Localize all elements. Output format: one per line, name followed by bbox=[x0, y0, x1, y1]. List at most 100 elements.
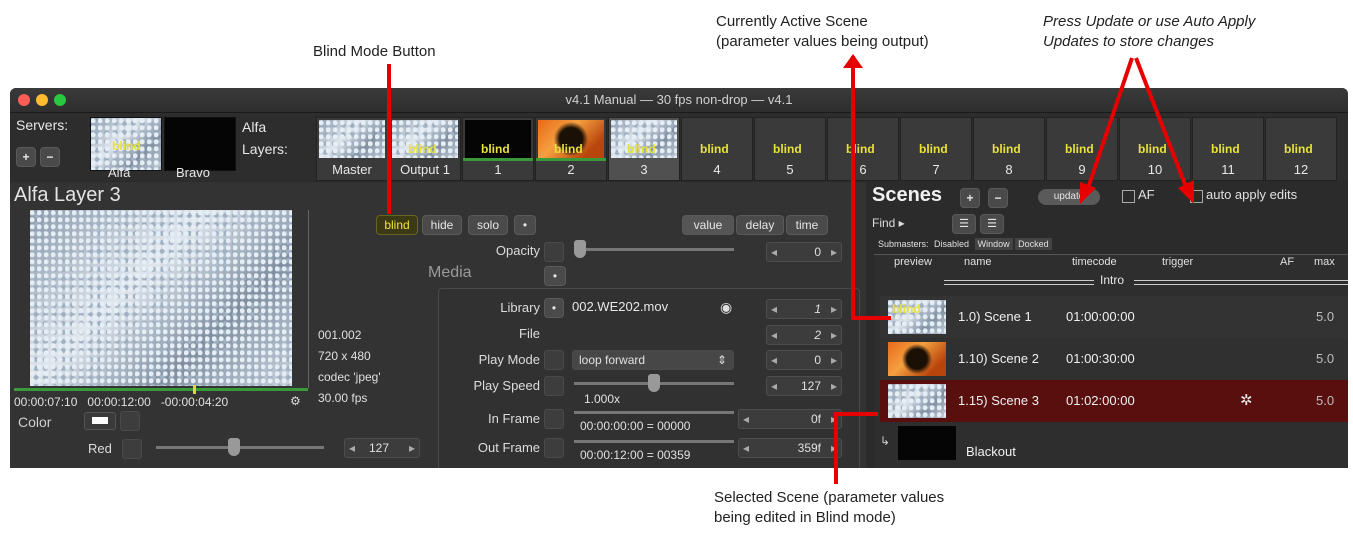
red-aux-box[interactable] bbox=[122, 439, 142, 459]
add-server-button[interactable]: + bbox=[16, 147, 36, 167]
opacity-slider-track[interactable] bbox=[574, 248, 734, 251]
remove-server-button[interactable]: − bbox=[40, 147, 60, 167]
layer-tile-9[interactable]: blind 8 bbox=[973, 117, 1045, 181]
in-frame-stepper[interactable]: ◂ 0f ▸ bbox=[738, 409, 842, 429]
play-mode-num[interactable]: 0 bbox=[814, 351, 821, 369]
hide-button[interactable]: hide bbox=[422, 215, 462, 235]
media-options-button[interactable]: • bbox=[544, 266, 566, 286]
library-eye-icon[interactable]: ◉ bbox=[720, 299, 732, 316]
out-frame-stepper[interactable]: ◂ 359f ▸ bbox=[738, 438, 842, 458]
find-label[interactable]: Find ▸ bbox=[872, 216, 905, 230]
scene-column-preview[interactable]: preview bbox=[894, 256, 932, 268]
solo-options-button[interactable]: • bbox=[514, 215, 536, 235]
layer-name: 2 bbox=[567, 162, 575, 177]
timecode-value: 00:00:07:10 bbox=[14, 395, 78, 409]
play-speed-stepper[interactable]: ◂ 127 ▸ bbox=[766, 376, 842, 396]
red-stepper[interactable]: ◂ 127 ▸ bbox=[344, 438, 420, 458]
opacity-stepper[interactable]: ◂ 0 ▸ bbox=[766, 242, 842, 262]
library-options-button[interactable]: • bbox=[544, 298, 564, 318]
play-speed-aux-box[interactable] bbox=[544, 376, 564, 396]
file-stepper[interactable]: ◂ 2 ▸ bbox=[766, 325, 842, 345]
layer-tile-1[interactable]: blind Output 1 bbox=[389, 117, 461, 181]
layer-tile-3[interactable]: blind 2 bbox=[535, 117, 607, 181]
color-swatch[interactable] bbox=[84, 412, 116, 430]
out-frame-num[interactable]: 359f bbox=[798, 439, 821, 457]
layer-tile-5[interactable]: blind 4 bbox=[681, 117, 753, 181]
scene-column-name[interactable]: name bbox=[964, 256, 992, 268]
play-mode-stepper[interactable]: ◂ 0 ▸ bbox=[766, 350, 842, 370]
scene-column-trigger[interactable]: trigger bbox=[1162, 256, 1193, 268]
scene-timecode: 01:00:00:00 bbox=[1066, 309, 1135, 324]
red-slider-track[interactable] bbox=[156, 446, 324, 449]
tab-value[interactable]: value bbox=[682, 215, 734, 235]
server-name-bravo[interactable]: Bravo bbox=[176, 165, 210, 180]
timeline-options-icon[interactable]: ⚙ bbox=[290, 394, 301, 408]
layer-tile-6[interactable]: blind 5 bbox=[754, 117, 826, 181]
filter-button-1[interactable]: ☰ bbox=[952, 214, 976, 234]
in-frame-aux-box[interactable] bbox=[544, 409, 564, 429]
red-decrement[interactable]: ◂ bbox=[349, 439, 355, 457]
red-increment[interactable]: ▸ bbox=[409, 439, 415, 457]
opacity-increment[interactable]: ▸ bbox=[831, 243, 837, 261]
scene-column-headers: preview name timecode trigger AF max bbox=[874, 256, 1348, 270]
scene-column-af[interactable]: AF bbox=[1280, 256, 1294, 268]
server-thumb-bravo[interactable] bbox=[164, 117, 236, 171]
play-mode-aux-box[interactable] bbox=[544, 350, 564, 370]
scene-row[interactable]: blind 1.0) Scene 1 01:00:00:00 5.0 bbox=[880, 296, 1348, 339]
library-stepper[interactable]: ◂ 1 ▸ bbox=[766, 299, 842, 319]
media-info-line: codec 'jpeg' bbox=[318, 370, 381, 384]
layer-tile-4[interactable]: blind 3 bbox=[608, 117, 680, 181]
scene-gear-icon[interactable]: ✲ bbox=[1240, 391, 1253, 409]
layer-tile-8[interactable]: blind 7 bbox=[900, 117, 972, 181]
blind-button[interactable]: blind bbox=[376, 215, 418, 235]
opacity-decrement[interactable]: ◂ bbox=[771, 243, 777, 261]
layer-tile-2[interactable]: blind 1 bbox=[462, 117, 534, 181]
add-scene-button[interactable]: + bbox=[960, 188, 980, 208]
library-file-name[interactable]: 002.WE202.mov bbox=[572, 299, 668, 314]
return-arrow-icon: ↳ bbox=[880, 434, 891, 448]
scene-row[interactable]: 1.10) Scene 2 01:00:30:00 5.0 bbox=[880, 338, 1348, 381]
in-frame-num[interactable]: 0f bbox=[811, 410, 821, 428]
in-frame-slider-track[interactable] bbox=[574, 411, 734, 414]
tab-delay[interactable]: delay bbox=[736, 215, 784, 235]
opacity-aux-box[interactable] bbox=[544, 242, 564, 262]
remove-scene-button[interactable]: − bbox=[988, 188, 1008, 208]
solo-button[interactable]: solo bbox=[468, 215, 508, 235]
layer-tile-0[interactable]: Master bbox=[316, 117, 388, 181]
blackout-thumb bbox=[898, 426, 956, 460]
submasters-label: Submasters: bbox=[878, 239, 929, 249]
tab-time[interactable]: time bbox=[786, 215, 828, 235]
red-slider-thumb[interactable] bbox=[228, 438, 240, 456]
layer-blind-tag: blind bbox=[627, 142, 656, 156]
play-speed-slider-thumb[interactable] bbox=[648, 374, 660, 392]
layer-name: Master bbox=[332, 162, 372, 177]
play-speed-num[interactable]: 127 bbox=[801, 377, 821, 395]
callout-active-arrowhead bbox=[843, 54, 863, 68]
annotation-update-line2: Updates to store changes bbox=[1043, 33, 1214, 50]
servers-label: Servers: bbox=[16, 117, 69, 133]
timeline-bar[interactable] bbox=[14, 388, 308, 391]
submasters-docked[interactable]: Docked bbox=[1015, 238, 1052, 250]
opacity-slider-thumb[interactable] bbox=[574, 240, 586, 258]
server-name-alfa[interactable]: Alfa bbox=[108, 165, 130, 180]
blackout-row[interactable]: ↳ Blackout bbox=[880, 422, 1348, 464]
out-frame-aux-box[interactable] bbox=[544, 438, 564, 458]
play-mode-select[interactable]: loop forward ⇕ bbox=[572, 350, 734, 370]
timeline-playhead[interactable] bbox=[193, 385, 196, 394]
color-aux-box[interactable] bbox=[120, 411, 140, 431]
red-value[interactable]: 127 bbox=[369, 439, 389, 457]
layer-tile-13[interactable]: blind 12 bbox=[1265, 117, 1337, 181]
layer-tile-7[interactable]: blind 6 bbox=[827, 117, 899, 181]
group-label: Intro bbox=[1100, 273, 1125, 287]
scene-column-max[interactable]: max bbox=[1314, 256, 1335, 268]
out-frame-slider-track[interactable] bbox=[574, 440, 734, 443]
library-value[interactable]: 1 bbox=[814, 300, 821, 318]
opacity-value[interactable]: 0 bbox=[814, 243, 821, 261]
file-value[interactable]: 2 bbox=[814, 326, 821, 344]
scene-column-timecode[interactable]: timecode bbox=[1072, 256, 1117, 268]
layer-name: 6 bbox=[859, 162, 867, 177]
submasters-window[interactable]: Window bbox=[974, 238, 1013, 250]
scene-row[interactable]: 1.15) Scene 3 01:02:00:00 ✲ 5.0 bbox=[880, 380, 1348, 423]
filter-button-2[interactable]: ☰ bbox=[980, 214, 1004, 234]
submasters-disabled[interactable]: Disabled bbox=[931, 238, 972, 250]
